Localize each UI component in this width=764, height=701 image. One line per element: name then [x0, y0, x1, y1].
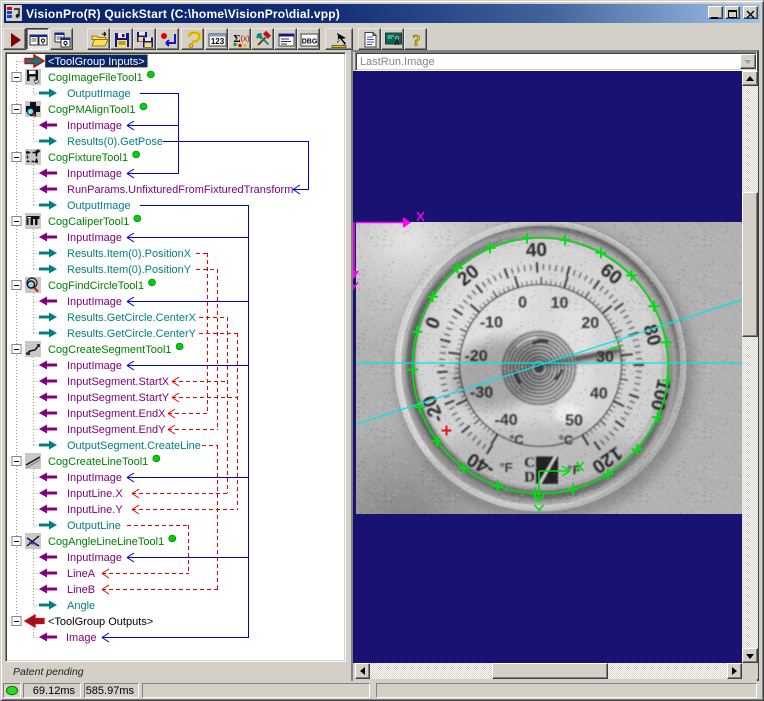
- svg-text:?: ?: [412, 31, 421, 49]
- svg-text:InputLine.Y: InputLine.Y: [67, 504, 123, 516]
- svg-text:Image: Image: [66, 632, 97, 644]
- svg-text:InputLine.X: InputLine.X: [67, 488, 123, 500]
- svg-text:InputImage: InputImage: [67, 360, 122, 372]
- svg-text:123: 123: [211, 37, 225, 46]
- svg-text:RunParams.UnfixturedFromFixtur: RunParams.UnfixturedFromFixturedTransfor…: [67, 184, 293, 196]
- svg-text:InputImage: InputImage: [67, 472, 122, 484]
- svg-text:OutputLine: OutputLine: [67, 520, 121, 532]
- svg-text:Results.GetCircle.CenterY: Results.GetCircle.CenterY: [67, 328, 197, 340]
- svg-text:InputSegment.EndX: InputSegment.EndX: [67, 408, 166, 420]
- svg-text:Angle: Angle: [67, 600, 95, 612]
- svg-text:CogFixtureTool1: CogFixtureTool1: [48, 152, 128, 164]
- svg-text:CogAngleLineLineTool1: CogAngleLineLineTool1: [48, 536, 164, 548]
- svg-text:CogPMAlignTool1: CogPMAlignTool1: [48, 104, 135, 116]
- svg-text:Results.Item(0).PositionX: Results.Item(0).PositionX: [67, 248, 192, 260]
- svg-text:CogCaliperTool1: CogCaliperTool1: [48, 216, 129, 228]
- svg-text:InputImage: InputImage: [67, 296, 122, 308]
- svg-text:InputSegment.StartX: InputSegment.StartX: [67, 376, 170, 388]
- svg-text:CogFindCircleTool1: CogFindCircleTool1: [48, 280, 144, 292]
- svg-text:InputImage: InputImage: [67, 232, 122, 244]
- svg-text:OutputImage: OutputImage: [67, 200, 131, 212]
- svg-text:CogImageFileTool1: CogImageFileTool1: [48, 72, 143, 84]
- svg-text:CogCreateSegmentTool1: CogCreateSegmentTool1: [48, 344, 172, 356]
- svg-text:InputImage: InputImage: [67, 120, 122, 132]
- svg-text:LineA: LineA: [67, 568, 96, 580]
- svg-text:LineB: LineB: [67, 584, 95, 596]
- svg-text:InputImage: InputImage: [67, 168, 122, 180]
- svg-text:InputSegment.EndY: InputSegment.EndY: [67, 424, 166, 436]
- svg-text:<ToolGroup Inputs>: <ToolGroup Inputs>: [48, 56, 145, 68]
- svg-text:<ToolGroup Outputs>: <ToolGroup Outputs>: [48, 616, 153, 628]
- svg-text:InputImage: InputImage: [67, 552, 122, 564]
- svg-text:OutputSegment.CreateLine: OutputSegment.CreateLine: [67, 440, 201, 452]
- svg-text:OutputImage: OutputImage: [67, 88, 131, 100]
- svg-text:Results(0).GetPose: Results(0).GetPose: [67, 136, 163, 148]
- svg-text:InputSegment.StartY: InputSegment.StartY: [67, 392, 170, 404]
- svg-text:Results.GetCircle.CenterX: Results.GetCircle.CenterX: [67, 312, 197, 324]
- svg-text:(x): (x): [240, 34, 250, 43]
- svg-text:Results.Item(0).PositionY: Results.Item(0).PositionY: [67, 264, 192, 276]
- svg-text:DBG: DBG: [302, 39, 318, 46]
- svg-text:CogCreateLineTool1: CogCreateLineTool1: [48, 456, 148, 468]
